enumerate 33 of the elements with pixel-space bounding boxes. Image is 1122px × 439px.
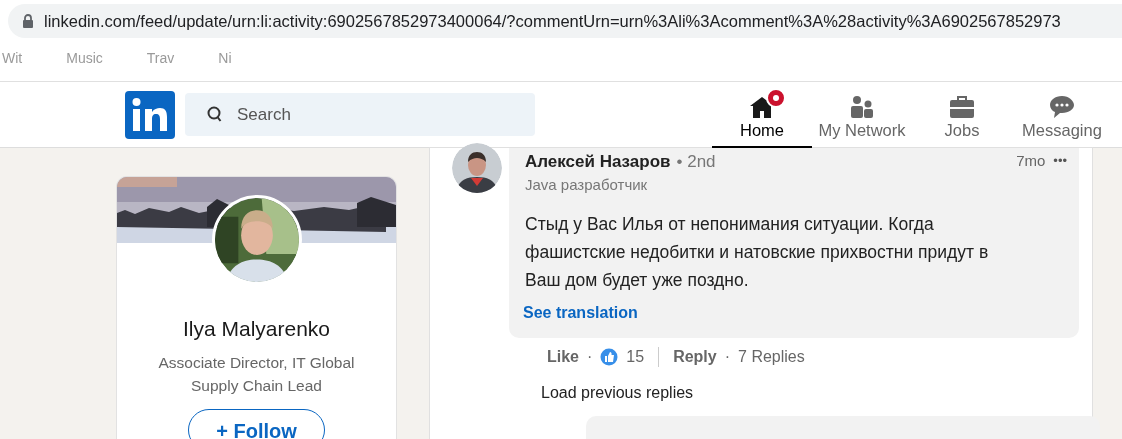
reaction-count: 15 xyxy=(626,348,645,366)
see-translation-link[interactable]: See translation xyxy=(523,304,638,322)
bookmark[interactable]: Music xyxy=(66,50,103,76)
search-field[interactable]: Search xyxy=(185,93,535,136)
separator-dot: · xyxy=(587,348,593,366)
briefcase-icon xyxy=(949,94,975,119)
reply-button[interactable]: Reply xyxy=(673,348,717,366)
like-button[interactable]: Like xyxy=(547,348,579,366)
search-icon xyxy=(207,106,223,123)
bookmark[interactable]: Ni xyxy=(218,50,232,76)
profile-name: Ilya Malyarenko xyxy=(182,317,331,341)
load-previous-replies-button[interactable]: Load previous replies xyxy=(541,384,694,402)
author-headline: Java разработчик xyxy=(525,176,649,193)
follow-button[interactable]: + Follow xyxy=(188,409,325,439)
like-reaction-icon xyxy=(600,348,619,366)
logo-icon[interactable] xyxy=(125,90,175,139)
comment-time: 7mo xyxy=(1016,152,1046,169)
bookmark[interactable]: Wit xyxy=(2,50,23,76)
comment-text: Стыд у Вас Илья от непонимания ситуации. Когда фашистские недобитки и натовские прихвостни придут в Ваш дом будет уже поздно. xyxy=(525,213,990,292)
nav-tab[interactable]: My Network xyxy=(812,81,912,148)
nav-tab[interactable]: Jobs xyxy=(912,81,1012,148)
people-icon xyxy=(849,94,875,119)
lock-icon xyxy=(22,14,34,28)
author-name[interactable]: Алексей Назаров xyxy=(525,152,671,172)
chat-bubble-icon xyxy=(1049,94,1075,119)
connection-degree: • 2nd xyxy=(676,152,716,172)
bookmark[interactable]: Trav xyxy=(146,50,175,76)
profile-headline: Associate Director, IT Global Supply Chain Lead xyxy=(157,353,356,396)
nav-tab[interactable]: Messaging xyxy=(1012,81,1112,148)
replies-count[interactable]: 7 Replies xyxy=(738,348,805,366)
search-input[interactable]: Search xyxy=(235,103,515,126)
separator-dot: · xyxy=(724,348,731,366)
more-menu-button[interactable]: ••• xyxy=(1053,152,1067,169)
